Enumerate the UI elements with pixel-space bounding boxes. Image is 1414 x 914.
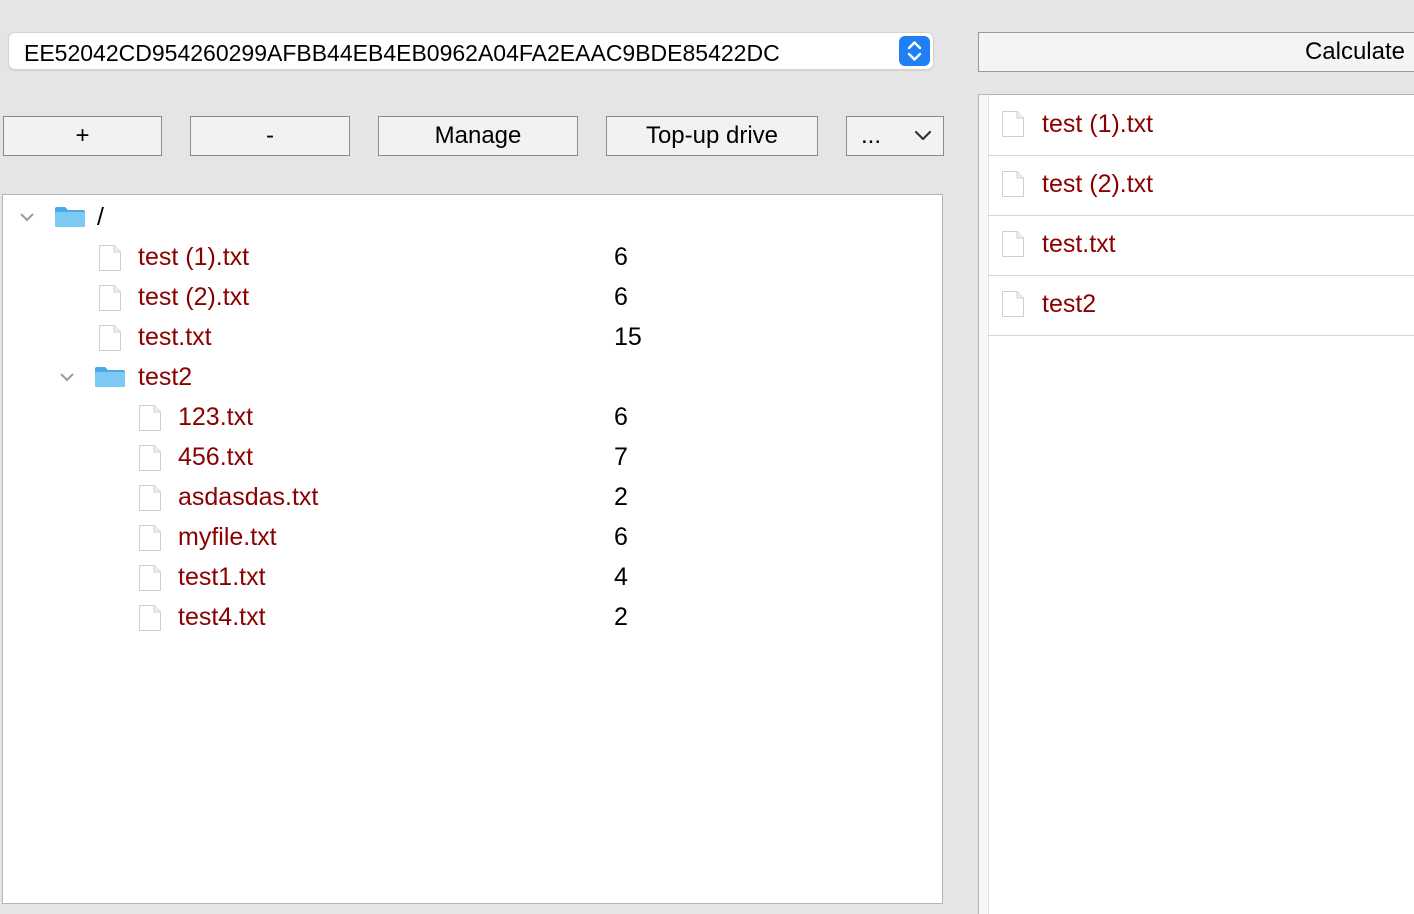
file-icon bbox=[138, 404, 162, 432]
calculate-button[interactable]: Calculate bbox=[978, 32, 1414, 72]
file-size: 6 bbox=[614, 283, 628, 311]
file-name: test4.txt bbox=[178, 603, 266, 631]
file-icon bbox=[98, 284, 122, 312]
chevron-down-icon[interactable] bbox=[57, 367, 77, 387]
tree-root-name: / bbox=[97, 203, 104, 231]
tree-row[interactable]: test (2).txt 6 bbox=[3, 277, 942, 317]
folder-icon bbox=[54, 206, 86, 228]
file-size: 2 bbox=[614, 483, 628, 511]
tree-row[interactable]: test.txt 15 bbox=[3, 317, 942, 357]
file-icon bbox=[1001, 170, 1025, 198]
file-icon bbox=[1001, 110, 1025, 138]
file-icon bbox=[138, 484, 162, 512]
file-name: test (2).txt bbox=[138, 283, 250, 311]
more-options-label: ... bbox=[861, 122, 882, 149]
file-size: 6 bbox=[614, 243, 628, 271]
file-name: test1.txt bbox=[178, 563, 266, 591]
tree-row[interactable]: myfile.txt 6 bbox=[3, 517, 942, 557]
list-item[interactable]: test2 bbox=[988, 275, 1414, 336]
list-item[interactable]: test (1).txt bbox=[988, 95, 1414, 156]
top-up-drive-button[interactable]: Top-up drive bbox=[606, 116, 818, 156]
tree-row[interactable]: test4.txt 2 bbox=[3, 597, 942, 637]
file-size: 15 bbox=[614, 323, 642, 351]
file-icon bbox=[138, 564, 162, 592]
file-icon bbox=[98, 244, 122, 272]
more-options-dropdown[interactable]: ... bbox=[846, 116, 944, 156]
file-name: 123.txt bbox=[178, 403, 254, 431]
up-down-stepper-icon[interactable] bbox=[899, 36, 930, 66]
file-size: 6 bbox=[614, 523, 628, 551]
file-name: asdasdas.txt bbox=[178, 483, 319, 511]
file-size: 2 bbox=[614, 603, 628, 631]
add-button[interactable]: + bbox=[3, 116, 162, 156]
tree-row[interactable]: test (1).txt 6 bbox=[3, 237, 942, 277]
tree-row-folder[interactable]: test2 bbox=[3, 357, 942, 397]
file-icon bbox=[1001, 230, 1025, 258]
file-size: 7 bbox=[614, 443, 628, 471]
tree-row[interactable]: asdasdas.txt 2 bbox=[3, 477, 942, 517]
contents-list[interactable]: test (1).txt test (2).txt test.txt test2 bbox=[978, 94, 1414, 914]
list-item-name: test.txt bbox=[1042, 230, 1116, 258]
file-size: 6 bbox=[614, 403, 628, 431]
manage-button[interactable]: Manage bbox=[378, 116, 578, 156]
tree-row[interactable]: 123.txt 6 bbox=[3, 397, 942, 437]
file-name: myfile.txt bbox=[178, 523, 277, 551]
file-size: 4 bbox=[614, 563, 628, 591]
file-icon bbox=[138, 444, 162, 472]
folder-icon bbox=[94, 366, 126, 388]
chevron-down-icon bbox=[914, 130, 932, 141]
list-item[interactable]: test.txt bbox=[988, 215, 1414, 276]
file-name: test (1).txt bbox=[138, 243, 250, 271]
drive-selector-value: EE52042CD954260299AFBB44EB4EB0962A04FA2E… bbox=[24, 40, 780, 66]
list-item[interactable]: test (2).txt bbox=[988, 155, 1414, 216]
file-name: 456.txt bbox=[178, 443, 254, 471]
list-item-name: test (2).txt bbox=[1042, 170, 1154, 198]
folder-name: test2 bbox=[138, 363, 193, 391]
drive-selector[interactable]: EE52042CD954260299AFBB44EB4EB0962A04FA2E… bbox=[8, 32, 934, 70]
file-icon bbox=[98, 324, 122, 352]
file-tree[interactable]: / test (1).txt 6 test (2).txt 6 test.txt… bbox=[2, 194, 943, 904]
tree-row[interactable]: test1.txt 4 bbox=[3, 557, 942, 597]
chevron-down-icon[interactable] bbox=[17, 207, 37, 227]
tree-row[interactable]: 456.txt 7 bbox=[3, 437, 942, 477]
remove-button[interactable]: - bbox=[190, 116, 350, 156]
file-icon bbox=[1001, 290, 1025, 318]
tree-row-root[interactable]: / bbox=[3, 197, 942, 237]
file-icon bbox=[138, 524, 162, 552]
list-item-name: test2 bbox=[1042, 290, 1097, 318]
file-name: test.txt bbox=[138, 323, 212, 351]
file-icon bbox=[138, 604, 162, 632]
list-item-name: test (1).txt bbox=[1042, 110, 1154, 138]
